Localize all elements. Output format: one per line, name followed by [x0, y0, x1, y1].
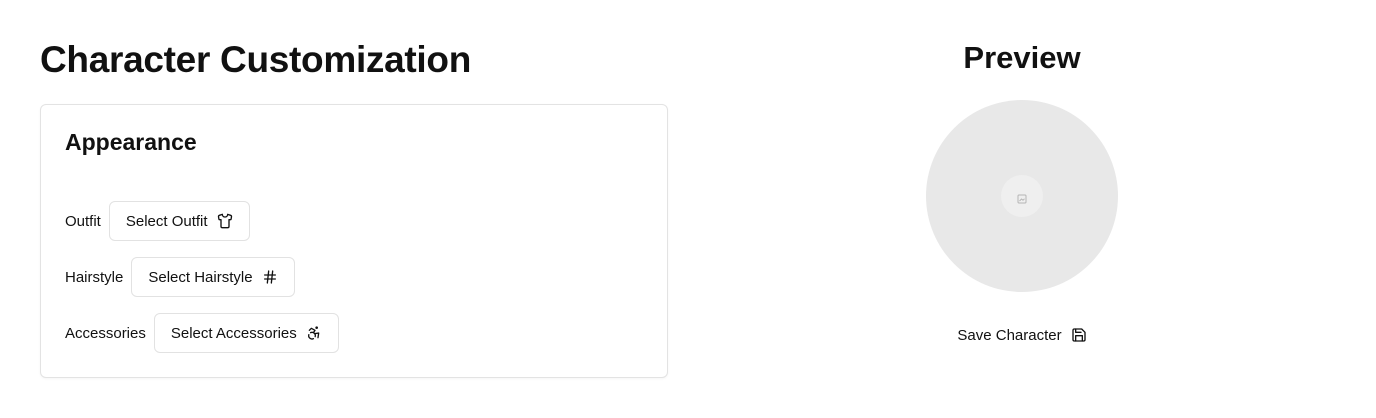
- accessories-label: Accessories: [65, 324, 146, 342]
- preview-title: Preview: [963, 40, 1081, 75]
- character-avatar: [926, 100, 1118, 292]
- outfit-label: Outfit: [65, 212, 101, 230]
- image-placeholder-icon: [1017, 191, 1027, 204]
- outfit-row: Outfit Select Outfit: [65, 201, 250, 241]
- save-character-button[interactable]: Save Character: [950, 320, 1094, 350]
- save-icon: [1071, 327, 1087, 343]
- select-outfit-button[interactable]: Select Outfit: [108, 201, 250, 241]
- select-accessories-button-label: Select Accessories: [170, 324, 297, 342]
- avatar-placeholder: [1001, 175, 1043, 217]
- select-hairstyle-button[interactable]: Select Hairstyle: [131, 257, 295, 297]
- select-hairstyle-button-label: Select Hairstyle: [148, 268, 253, 286]
- accessibility-icon: [306, 325, 322, 341]
- hairstyle-label: Hairstyle: [65, 268, 124, 286]
- hairstyle-row: Hairstyle Select Hairstyle: [65, 257, 295, 297]
- shirt-icon: [217, 213, 233, 229]
- hash-icon: [262, 269, 278, 285]
- page-title: Character Customization: [40, 39, 472, 80]
- accessories-row: Accessories Select Accessories: [65, 313, 339, 353]
- select-accessories-button[interactable]: Select Accessories: [153, 313, 339, 353]
- appearance-title: Appearance: [65, 129, 197, 155]
- appearance-card: Appearance Outfit Select Outfit Hairstyl…: [40, 104, 668, 378]
- save-character-label: Save Character: [957, 326, 1062, 344]
- select-outfit-button-label: Select Outfit: [125, 212, 208, 230]
